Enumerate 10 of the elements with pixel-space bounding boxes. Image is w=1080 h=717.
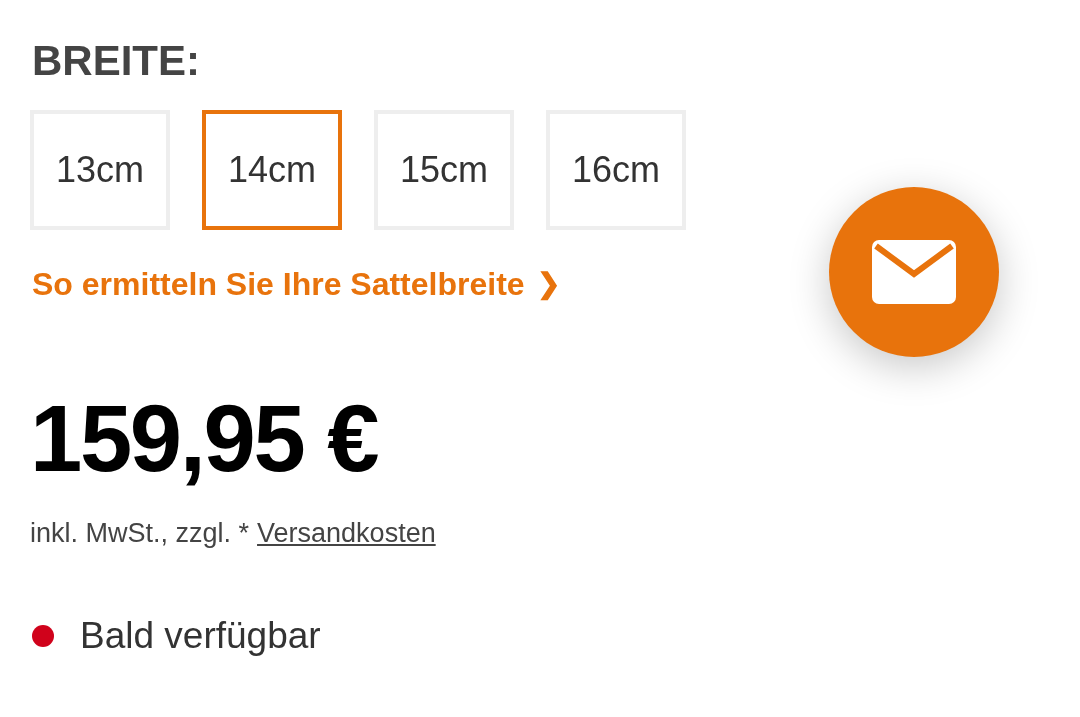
size-option[interactable]: 16cm <box>546 110 686 230</box>
availability-status: Bald verfügbar <box>80 617 321 654</box>
size-option[interactable]: 15cm <box>374 110 514 230</box>
price: 159,95 € <box>30 392 378 486</box>
size-option[interactable]: 14cm <box>202 110 342 230</box>
mail-icon <box>872 240 956 304</box>
tax-note: inkl. MwSt., zzgl. * <box>30 520 250 547</box>
section-heading: BREITE: <box>32 40 200 82</box>
size-option[interactable]: 13cm <box>30 110 170 230</box>
shipping-costs-link[interactable]: Versandkosten <box>257 520 436 547</box>
